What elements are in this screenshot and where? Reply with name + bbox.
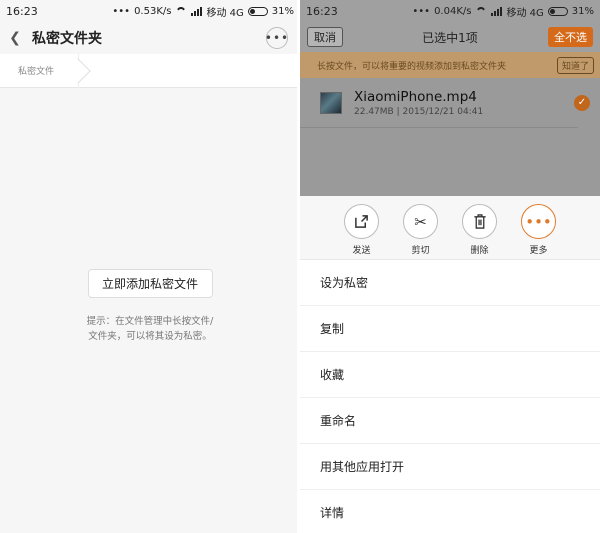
- network-speed: 0.04K/s: [434, 5, 472, 17]
- list-item[interactable]: XiaomiPhone.mp4 22.47MB | 2015/12/21 04:…: [300, 78, 590, 128]
- more-icon: •••: [521, 204, 556, 239]
- file-size: 22.47MB: [354, 106, 394, 117]
- selection-header: 取消 已选中1项 全不选: [300, 22, 600, 52]
- trash-icon: [462, 204, 497, 239]
- menu-rename[interactable]: 重命名: [300, 398, 600, 444]
- signal-dots-icon: •••: [412, 5, 431, 17]
- back-arrow-icon[interactable]: ❮: [8, 30, 22, 46]
- tip-banner: 长按文件，可以将重要的视频添加到私密文件夹 知道了: [300, 52, 600, 78]
- file-name: XiaomiPhone.mp4: [354, 88, 477, 105]
- menu-details[interactable]: 详情: [300, 490, 600, 533]
- delete-action[interactable]: 删除: [461, 204, 498, 259]
- signal-dots-icon: •••: [112, 5, 131, 17]
- deselect-all-button[interactable]: 全不选: [548, 27, 593, 47]
- battery-icon: [247, 6, 268, 16]
- private-folder-screen: 16:23 ••• 0.53K/s 移动 4G 31% ❮ 私密文件夹 ••• …: [0, 0, 300, 533]
- file-selection-screen: 16:23 ••• 0.04K/s 移动 4G 31% 取消 已选中1项 全不选…: [300, 0, 600, 533]
- status-bar: 16:23 ••• 0.53K/s 移动 4G 31%: [0, 0, 300, 22]
- breadcrumb-item[interactable]: 私密文件: [0, 53, 80, 88]
- action-bar: 发送 ✂ 剪切 删除 ••• 更多: [300, 196, 600, 260]
- scissors-icon: ✂: [403, 204, 438, 239]
- empty-state: 立即添加私密文件 提示：在文件管理中长按文件/ 文件夹，可以将其设为私密。: [0, 88, 300, 533]
- network-speed: 0.53K/s: [134, 5, 172, 17]
- title-bar: ❮ 私密文件夹 •••: [0, 22, 300, 54]
- signal-bars-icon: [191, 6, 203, 16]
- video-thumbnail: [320, 91, 342, 114]
- menu-open-with[interactable]: 用其他应用打开: [300, 444, 600, 490]
- hint-text: 提示：在文件管理中长按文件/ 文件夹，可以将其设为私密。: [86, 316, 214, 342]
- battery-percent: 31%: [271, 5, 294, 17]
- file-meta: 22.47MB | 2015/12/21 04:41: [354, 106, 484, 117]
- menu-set-private[interactable]: 设为私密: [300, 260, 600, 306]
- add-private-file-button[interactable]: 立即添加私密文件: [87, 269, 213, 298]
- carrier-label: 移动 4G: [506, 7, 544, 19]
- wifi-icon: [175, 6, 188, 16]
- file-list: XiaomiPhone.mp4 22.47MB | 2015/12/21 04:…: [300, 78, 600, 196]
- page-title: 私密文件夹: [32, 31, 102, 47]
- tip-text: 长按文件，可以将重要的视频添加到私密文件夹: [317, 61, 507, 72]
- status-time: 16:23: [306, 4, 338, 18]
- dismiss-tip-button[interactable]: 知道了: [556, 56, 594, 74]
- action-sheet: 发送 ✂ 剪切 删除 ••• 更多 设为私密 复制 收藏 重命名 用其他应用打开…: [300, 196, 600, 533]
- carrier-label: 移动 4G: [206, 7, 244, 19]
- battery-percent: 31%: [571, 5, 594, 17]
- more-action[interactable]: ••• 更多: [520, 204, 557, 259]
- wifi-icon: [475, 6, 488, 16]
- menu-favorite[interactable]: 收藏: [300, 352, 600, 398]
- cut-action[interactable]: ✂ 剪切: [402, 204, 439, 259]
- file-date: 2015/12/21 04:41: [402, 106, 484, 117]
- send-action[interactable]: 发送: [343, 204, 380, 259]
- more-options-icon[interactable]: •••: [265, 27, 288, 49]
- cancel-button[interactable]: 取消: [307, 27, 343, 47]
- menu-copy[interactable]: 复制: [300, 306, 600, 352]
- checkmark-icon[interactable]: ✓: [574, 94, 590, 111]
- status-time: 16:23: [6, 4, 38, 18]
- signal-bars-icon: [491, 6, 503, 16]
- breadcrumb: 私密文件: [0, 53, 300, 88]
- share-icon: [344, 204, 379, 239]
- battery-icon: [547, 6, 568, 16]
- status-bar: 16:23 ••• 0.04K/s 移动 4G 31%: [300, 0, 600, 22]
